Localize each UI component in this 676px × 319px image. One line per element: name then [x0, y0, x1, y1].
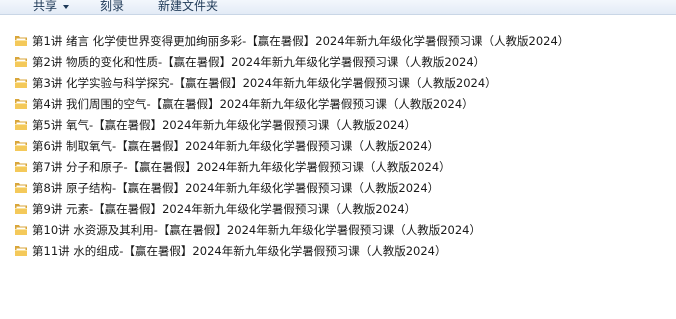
list-item[interactable]: 第5讲 氧气-【赢在暑假】2024年新九年级化学暑假预习课（人教版2024）	[14, 114, 569, 135]
file-name: 第9讲 元素-【赢在暑假】2024年新九年级化学暑假预习课（人教版2024）	[32, 201, 417, 216]
list-item[interactable]: 第9讲 元素-【赢在暑假】2024年新九年级化学暑假预习课（人教版2024）	[14, 198, 569, 219]
share-button[interactable]: 共享	[0, 0, 70, 13]
list-item[interactable]: 第6讲 制取氧气-【赢在暑假】2024年新九年级化学暑假预习课（人教版2024）	[14, 135, 569, 156]
file-name: 第4讲 我们周围的空气-【赢在暑假】2024年新九年级化学暑假预习课（人教版20…	[32, 96, 474, 111]
folder-icon	[14, 34, 28, 47]
new-folder-label: 新建文件夹	[158, 0, 219, 13]
list-item[interactable]: 第3讲 化学实验与科学探究-【赢在暑假】2024年新九年级化学暑假预习课（人教版…	[14, 72, 569, 93]
folder-icon	[14, 244, 28, 257]
folder-icon	[14, 181, 28, 194]
file-name: 第8讲 原子结构-【赢在暑假】2024年新九年级化学暑假预习课（人教版2024）	[32, 180, 440, 195]
chevron-down-icon	[63, 4, 70, 9]
folder-icon	[14, 118, 28, 131]
list-item[interactable]: 第7讲 分子和原子-【赢在暑假】2024年新九年级化学暑假预习课（人教版2024…	[14, 156, 569, 177]
list-item[interactable]: 第2讲 物质的变化和性质-【赢在暑假】2024年新九年级化学暑假预习课（人教版2…	[14, 51, 569, 72]
command-toolbar: 共享 刻录 新建文件夹	[0, 0, 676, 15]
share-label: 共享	[33, 0, 58, 13]
burn-label: 刻录	[100, 0, 125, 13]
folder-icon	[14, 160, 28, 173]
file-name: 第5讲 氧气-【赢在暑假】2024年新九年级化学暑假预习课（人教版2024）	[32, 117, 417, 132]
file-name: 第1讲 绪言 化学使世界变得更加绚丽多彩-【赢在暑假】2024年新九年级化学暑假…	[32, 33, 570, 48]
file-name: 第11讲 水的组成-【赢在暑假】2024年新九年级化学暑假预习课（人教版2024…	[32, 243, 447, 258]
folder-icon	[14, 202, 28, 215]
list-item[interactable]: 第11讲 水的组成-【赢在暑假】2024年新九年级化学暑假预习课（人教版2024…	[14, 240, 569, 261]
new-folder-button[interactable]: 新建文件夹	[148, 0, 228, 12]
folder-icon	[14, 139, 28, 152]
list-item[interactable]: 第4讲 我们周围的空气-【赢在暑假】2024年新九年级化学暑假预习课（人教版20…	[14, 93, 569, 114]
file-name: 第3讲 化学实验与科学探究-【赢在暑假】2024年新九年级化学暑假预习课（人教版…	[32, 75, 497, 90]
list-item[interactable]: 第10讲 水资源及其利用-【赢在暑假】2024年新九年级化学暑假预习课（人教版2…	[14, 219, 569, 240]
file-name: 第6讲 制取氧气-【赢在暑假】2024年新九年级化学暑假预习课（人教版2024）	[32, 138, 440, 153]
file-list: 第1讲 绪言 化学使世界变得更加绚丽多彩-【赢在暑假】2024年新九年级化学暑假…	[14, 30, 569, 261]
file-name: 第10讲 水资源及其利用-【赢在暑假】2024年新九年级化学暑假预习课（人教版2…	[32, 222, 481, 237]
list-item[interactable]: 第1讲 绪言 化学使世界变得更加绚丽多彩-【赢在暑假】2024年新九年级化学暑假…	[14, 30, 569, 51]
folder-icon	[14, 97, 28, 110]
folder-icon	[14, 55, 28, 68]
list-item[interactable]: 第8讲 原子结构-【赢在暑假】2024年新九年级化学暑假预习课（人教版2024）	[14, 177, 569, 198]
folder-icon	[14, 76, 28, 89]
file-name: 第7讲 分子和原子-【赢在暑假】2024年新九年级化学暑假预习课（人教版2024…	[32, 159, 451, 174]
file-name: 第2讲 物质的变化和性质-【赢在暑假】2024年新九年级化学暑假预习课（人教版2…	[32, 54, 486, 69]
folder-icon	[14, 223, 28, 236]
burn-button[interactable]: 刻录	[90, 0, 134, 12]
